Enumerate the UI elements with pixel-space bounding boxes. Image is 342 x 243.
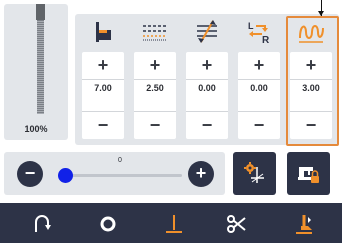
- return-button[interactable]: [18, 203, 66, 243]
- left-right-shift-icon: L R: [245, 18, 273, 46]
- zigzag-width-icon: [297, 18, 325, 46]
- machine-lock-button[interactable]: [287, 152, 330, 195]
- left-right-shift-value: 0.00: [250, 83, 268, 93]
- presser-foot-icon: [296, 215, 312, 234]
- zigzag-width-column: + 3.00 −: [289, 14, 333, 145]
- left-right-shift-control: + 0.00 −: [238, 52, 280, 139]
- zigzag-width-value: 3.00: [302, 83, 320, 93]
- svg-text:R: R: [262, 35, 270, 46]
- speed-decrease-button[interactable]: −: [17, 161, 43, 187]
- needle-settings-button[interactable]: [233, 152, 276, 195]
- speed-increase-button[interactable]: +: [188, 161, 214, 187]
- sewing-machine-lock-icon: [298, 167, 319, 183]
- stitch-density-column: + 2.50 −: [133, 14, 177, 145]
- speed-slider-track[interactable]: [65, 174, 182, 177]
- bottom-toolbar: [0, 203, 342, 243]
- stitch-length-increase-button[interactable]: +: [82, 52, 124, 78]
- svg-text:L: L: [248, 21, 254, 31]
- circle-icon: [100, 216, 116, 232]
- left-right-shift-increase-button[interactable]: +: [238, 52, 280, 78]
- stitch-settings-panel: + 7.00 − + 2.50 − + 0.00 − L R + 0.00 − …: [75, 14, 339, 145]
- stitch-length-decrease-button[interactable]: −: [82, 112, 124, 138]
- stitch-length-icon: [89, 18, 117, 46]
- needle-position-icon: [166, 215, 182, 233]
- stitch-density-control: + 2.50 −: [134, 52, 176, 139]
- thread-level-bar: [37, 4, 44, 114]
- stitch-offset-icon: [193, 18, 221, 46]
- stitch-length-control: + 7.00 −: [82, 52, 124, 139]
- stop-position-button[interactable]: [84, 203, 132, 243]
- speed-slider-panel: − 0 +: [4, 152, 225, 195]
- stitch-offset-decrease-button[interactable]: −: [186, 112, 228, 138]
- speed-slider-thumb[interactable]: [58, 168, 73, 183]
- stitch-density-decrease-button[interactable]: −: [134, 112, 176, 138]
- left-right-shift-decrease-button[interactable]: −: [238, 112, 280, 138]
- left-right-shift-column: L R + 0.00 −: [237, 14, 281, 145]
- thread-level-panel: 100%: [4, 4, 68, 140]
- return-icon: [35, 215, 51, 232]
- thread-cut-button[interactable]: [213, 203, 261, 243]
- needle-settings-icon: [244, 162, 264, 183]
- divider: [134, 79, 176, 80]
- stitch-length-column: + 7.00 −: [81, 14, 125, 145]
- zigzag-width-control: + 3.00 −: [290, 52, 332, 139]
- stitch-offset-column: + 0.00 −: [185, 14, 229, 145]
- zigzag-width-decrease-button[interactable]: −: [290, 112, 332, 138]
- presser-foot-button[interactable]: [280, 203, 328, 243]
- thread-level-cap: [36, 4, 45, 20]
- stitch-offset-increase-button[interactable]: +: [186, 52, 228, 78]
- stitch-offset-value: 0.00: [198, 83, 216, 93]
- stitch-length-value: 7.00: [94, 83, 112, 93]
- zigzag-width-increase-button[interactable]: +: [290, 52, 332, 78]
- speed-value: 0: [118, 157, 122, 164]
- thread-level-percent: 100%: [24, 124, 48, 134]
- scissors-icon: [227, 215, 246, 233]
- divider: [238, 79, 280, 80]
- divider: [82, 79, 124, 80]
- stitch-density-value: 2.50: [146, 83, 164, 93]
- stitch-density-icon: [141, 18, 169, 46]
- stitch-density-increase-button[interactable]: +: [134, 52, 176, 78]
- needle-position-button[interactable]: [150, 203, 198, 243]
- divider: [186, 79, 228, 80]
- selection-pointer-arrow: [318, 11, 324, 16]
- stitch-offset-control: + 0.00 −: [186, 52, 228, 139]
- divider: [290, 79, 332, 80]
